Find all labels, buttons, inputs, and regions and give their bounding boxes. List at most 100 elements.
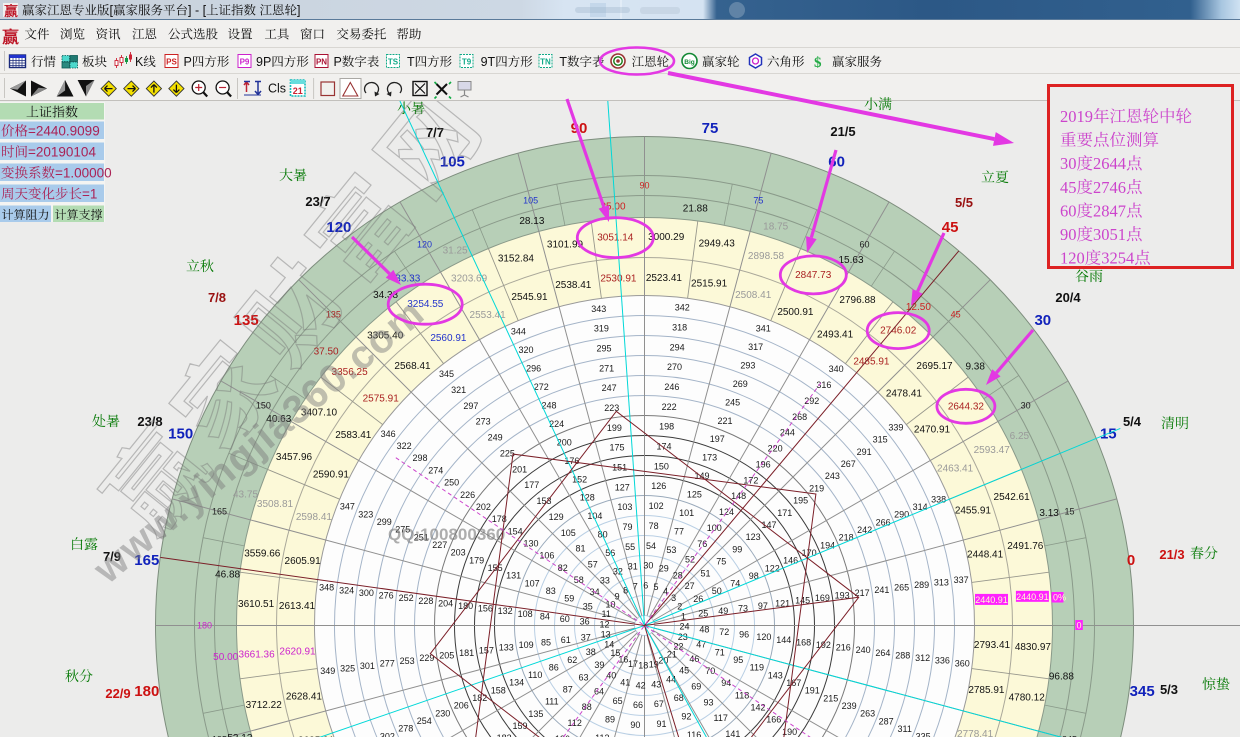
svg-text:30: 30 — [643, 561, 653, 571]
svg-text:99: 99 — [732, 544, 742, 554]
svg-text:37: 37 — [581, 632, 591, 642]
svg-text:196: 196 — [756, 459, 771, 469]
svg-text:266: 266 — [876, 517, 891, 527]
svg-text:2746.02: 2746.02 — [880, 326, 917, 337]
svg-text:69: 69 — [691, 682, 701, 692]
svg-text:340: 340 — [829, 364, 844, 374]
svg-text:3661.36: 3661.36 — [239, 650, 276, 661]
svg-text:323: 323 — [358, 509, 373, 519]
svg-text:297: 297 — [463, 401, 478, 411]
svg-text:177: 177 — [524, 480, 539, 490]
svg-text:Cls: Cls — [268, 82, 286, 96]
svg-text:346: 346 — [381, 429, 396, 439]
svg-text:QQ:100800360: QQ:100800360 — [388, 525, 505, 544]
svg-text:2620.91: 2620.91 — [279, 647, 316, 658]
svg-text:75: 75 — [716, 557, 726, 567]
svg-text:324: 324 — [339, 585, 354, 595]
svg-text:2598.41: 2598.41 — [296, 512, 333, 523]
svg-text:2542.61: 2542.61 — [994, 492, 1031, 503]
svg-text:120: 120 — [417, 239, 432, 249]
svg-text:194: 194 — [820, 540, 835, 550]
svg-text:38: 38 — [586, 647, 596, 657]
svg-text:42: 42 — [636, 680, 646, 690]
svg-text:192: 192 — [816, 640, 831, 650]
svg-text:70: 70 — [705, 666, 715, 676]
svg-text:287: 287 — [879, 716, 894, 726]
svg-text:57: 57 — [588, 560, 598, 570]
svg-text:320: 320 — [518, 345, 533, 355]
svg-text:5/5: 5/5 — [955, 195, 973, 210]
svg-text:56: 56 — [605, 548, 615, 558]
svg-text:50.00: 50.00 — [213, 652, 238, 663]
svg-text:9P: 9P — [256, 55, 271, 69]
svg-text:270: 270 — [667, 362, 682, 372]
svg-text:7: 7 — [633, 582, 638, 592]
svg-text:219: 219 — [809, 483, 824, 493]
svg-text:28.13: 28.13 — [519, 216, 544, 227]
svg-text:]: ] — [297, 4, 300, 18]
svg-text:170: 170 — [802, 548, 817, 558]
svg-text:122: 122 — [765, 563, 780, 573]
svg-text:15: 15 — [1064, 507, 1074, 517]
svg-text:78: 78 — [649, 521, 659, 531]
svg-text:339: 339 — [888, 423, 903, 433]
svg-text:110: 110 — [528, 670, 542, 680]
svg-text:155: 155 — [488, 563, 503, 573]
svg-text:PN: PN — [316, 58, 327, 67]
svg-text:83: 83 — [546, 586, 556, 596]
svg-text:296: 296 — [526, 363, 541, 373]
svg-text:2478.41: 2478.41 — [886, 389, 923, 400]
svg-text:265: 265 — [894, 583, 909, 593]
svg-text:2644: 2644 — [1093, 154, 1126, 173]
svg-text:111: 111 — [545, 697, 559, 707]
svg-text:74: 74 — [730, 579, 740, 589]
svg-text:2568.41: 2568.41 — [394, 361, 431, 372]
svg-text:50: 50 — [712, 586, 722, 596]
svg-text:28: 28 — [673, 571, 683, 581]
svg-text:179: 179 — [469, 555, 484, 565]
svg-text:36: 36 — [580, 617, 590, 627]
svg-text:2605.91: 2605.91 — [285, 556, 322, 567]
svg-text:336: 336 — [935, 656, 950, 666]
svg-text:173: 173 — [702, 453, 717, 463]
svg-text:$: $ — [814, 55, 822, 71]
svg-text:60: 60 — [859, 239, 869, 249]
svg-text:79: 79 — [622, 522, 632, 532]
svg-text:2746: 2746 — [1093, 178, 1126, 197]
svg-text:0: 0 — [1076, 621, 1081, 631]
svg-text:135: 135 — [528, 709, 543, 719]
svg-text:318: 318 — [672, 323, 687, 333]
svg-text:9T: 9T — [481, 55, 496, 69]
svg-text:T9: T9 — [462, 58, 472, 67]
svg-text:77: 77 — [674, 527, 684, 537]
svg-text:222: 222 — [662, 402, 677, 412]
svg-text:2613.41: 2613.41 — [279, 601, 316, 612]
svg-text:341: 341 — [756, 323, 771, 333]
svg-text:264: 264 — [875, 648, 890, 658]
svg-text:245: 245 — [725, 397, 740, 407]
svg-text:342: 342 — [675, 303, 690, 313]
svg-text:2485.91: 2485.91 — [853, 357, 890, 368]
svg-text:215: 215 — [823, 693, 838, 703]
svg-text:126: 126 — [651, 481, 666, 491]
svg-text:271: 271 — [599, 363, 614, 373]
svg-text:127: 127 — [615, 482, 630, 492]
svg-text:360: 360 — [955, 658, 970, 668]
svg-text:45: 45 — [679, 666, 689, 676]
svg-text:2530.91: 2530.91 — [600, 274, 637, 285]
svg-text:263: 263 — [860, 709, 875, 719]
svg-text:290: 290 — [894, 510, 909, 520]
svg-text:133: 133 — [499, 643, 514, 653]
svg-text:72: 72 — [719, 627, 729, 637]
svg-text:252: 252 — [399, 593, 414, 603]
svg-text:154: 154 — [508, 526, 523, 536]
svg-text:92: 92 — [681, 711, 691, 721]
svg-text:4: 4 — [663, 587, 668, 597]
svg-text:3152.84: 3152.84 — [498, 253, 535, 264]
svg-text:300: 300 — [359, 588, 374, 598]
svg-text:175: 175 — [609, 443, 624, 453]
svg-text:345: 345 — [1130, 683, 1155, 700]
svg-text:337: 337 — [954, 575, 969, 585]
svg-text:230: 230 — [435, 708, 450, 718]
svg-text:96: 96 — [739, 630, 749, 640]
